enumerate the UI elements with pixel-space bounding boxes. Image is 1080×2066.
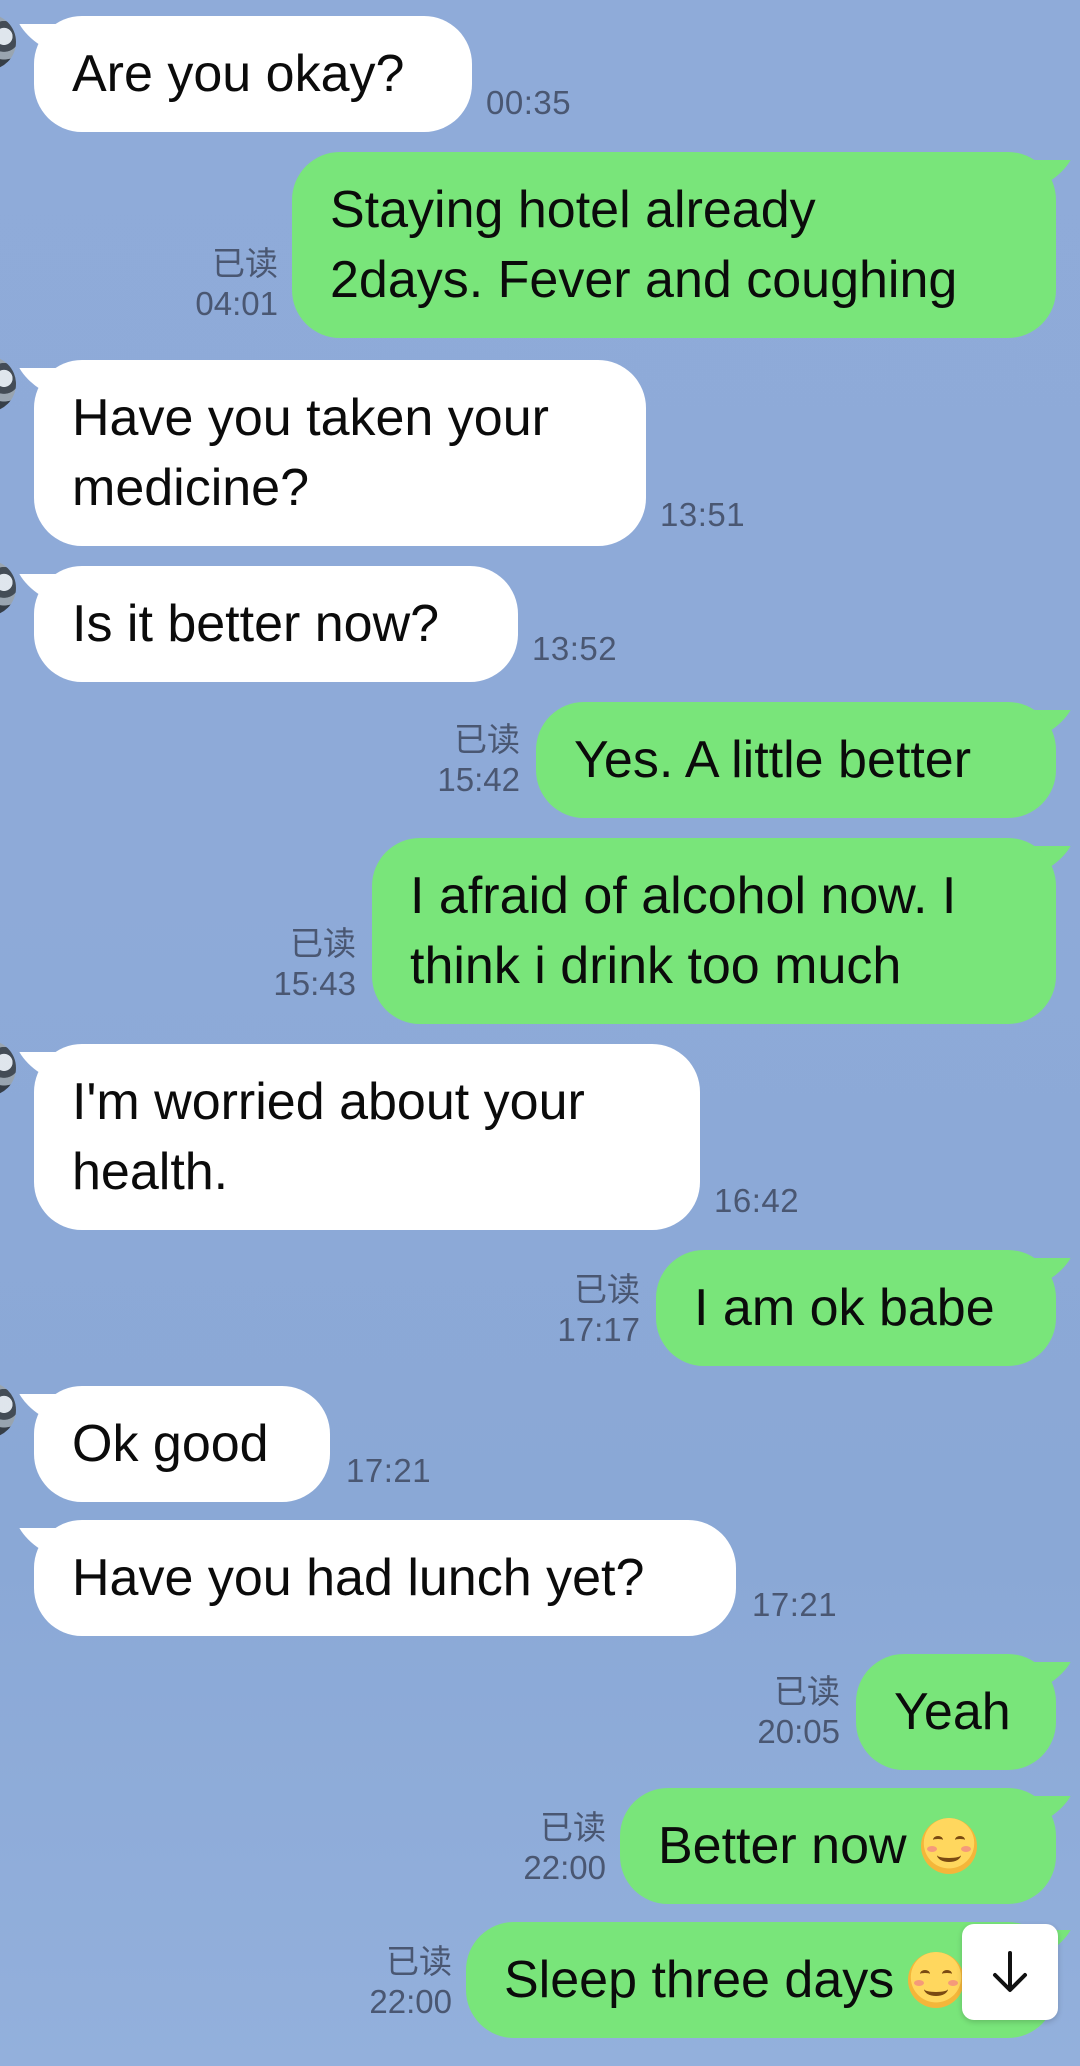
message-text-line: 2days. Fever and coughing [330, 251, 958, 309]
read-receipt: 已读 04:01 [150, 244, 278, 324]
outgoing-message-bubble[interactable]: Better now [620, 1788, 1056, 1904]
message-text: Better now [658, 1817, 907, 1875]
read-receipt: 已读 17:17 [520, 1270, 640, 1350]
message-text-line: I afraid of alcohol now. I [410, 867, 957, 925]
read-receipt: 已读 22:00 [340, 1942, 452, 2022]
contact-avatar[interactable] [0, 14, 16, 70]
read-status-label: 已读 [574, 1271, 640, 1308]
outgoing-message-bubble[interactable]: I am ok babe [656, 1250, 1056, 1366]
message-text: Have you had lunch yet? [72, 1549, 645, 1607]
message-time: 22:00 [523, 1849, 606, 1886]
message-text: Ok good [72, 1415, 269, 1473]
read-receipt: 已读 15:43 [236, 924, 356, 1004]
contact-avatar[interactable] [0, 560, 16, 616]
message-text: Are you okay? [72, 45, 405, 103]
message-text-line: I'm worried about your [72, 1073, 585, 1131]
message-time: 04:01 [195, 285, 278, 322]
incoming-message-bubble[interactable]: Have you had lunch yet? [34, 1520, 736, 1636]
outgoing-message-bubble[interactable]: Yeah [856, 1654, 1056, 1770]
read-status-label: 已读 [386, 1943, 452, 1980]
smiling-face-emoji-icon [908, 1952, 965, 2008]
message-text-line: Staying hotel already [330, 181, 816, 239]
message-text: I am ok babe [694, 1279, 995, 1337]
message-time: 15:42 [437, 761, 520, 798]
message-time: 13:52 [532, 630, 618, 667]
read-receipt: 已读 15:42 [400, 720, 520, 800]
contact-avatar[interactable] [0, 1382, 16, 1438]
incoming-message-bubble[interactable]: I'm worried about your health. [34, 1044, 700, 1230]
message-text: Yes. A little better [574, 731, 972, 789]
smiling-face-emoji-icon [920, 1818, 977, 1874]
message-text: Is it better now? [72, 595, 440, 653]
incoming-message-bubble[interactable]: Ok good [34, 1386, 330, 1502]
outgoing-message-bubble[interactable]: Staying hotel already 2days. Fever and c… [292, 152, 1056, 338]
read-receipt: 已读 22:00 [486, 1808, 606, 1888]
contact-avatar[interactable] [0, 1040, 16, 1096]
message-text: Sleep three days [504, 1951, 895, 2009]
message-time: 22:00 [369, 1983, 452, 2020]
read-status-label: 已读 [540, 1809, 606, 1846]
message-text-line: Have you taken your [72, 389, 549, 447]
scroll-to-bottom-button[interactable] [962, 1924, 1058, 2020]
read-status-label: 已读 [212, 245, 278, 282]
message-time: 17:21 [752, 1586, 838, 1623]
message-time: 16:42 [714, 1182, 800, 1219]
message-time: 17:21 [346, 1452, 432, 1489]
outgoing-message-bubble[interactable]: I afraid of alcohol now. I think i drink… [372, 838, 1056, 1024]
incoming-message-bubble[interactable]: Have you taken your medicine? [34, 360, 646, 546]
message-time: 17:17 [557, 1311, 640, 1348]
incoming-message-bubble[interactable]: Are you okay? [34, 16, 472, 132]
message-text: Yeah [894, 1683, 1011, 1741]
read-status-label: 已读 [454, 721, 520, 758]
incoming-message-bubble[interactable]: Is it better now? [34, 566, 518, 682]
message-text-line: health. [72, 1143, 229, 1201]
read-status-label: 已读 [290, 925, 356, 962]
outgoing-message-bubble[interactable]: Yes. A little better [536, 702, 1056, 818]
read-status-label: 已读 [774, 1673, 840, 1710]
arrow-down-icon [993, 1951, 1027, 1992]
contact-avatar[interactable] [0, 356, 16, 412]
message-text-line: medicine? [72, 459, 310, 517]
chat-message-list[interactable]: Are you okay? 00:35 已读 04:01 Staying hot… [0, 0, 1080, 2066]
message-time: 00:35 [486, 84, 572, 121]
message-time: 13:51 [660, 496, 746, 533]
message-time: 15:43 [273, 965, 356, 1002]
read-receipt: 已读 20:05 [720, 1672, 840, 1752]
message-text-line: think i drink too much [410, 937, 902, 995]
message-time: 20:05 [757, 1713, 840, 1750]
